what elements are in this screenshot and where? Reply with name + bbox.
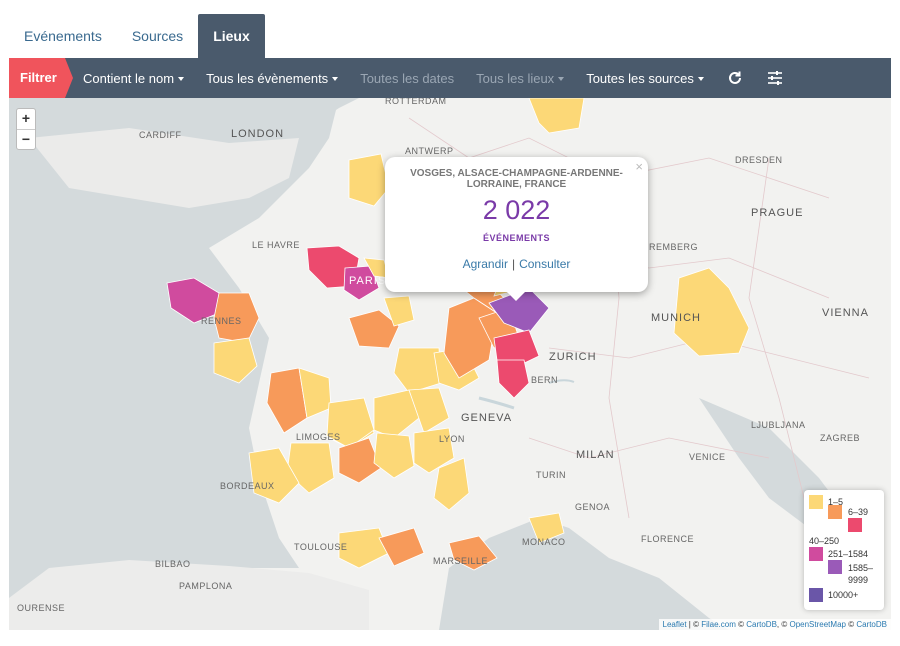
legend-swatch bbox=[848, 518, 862, 532]
osm-link[interactable]: OpenStreetMap bbox=[789, 620, 845, 629]
place-popup: × VOSGES, ALSACE-CHAMPAGNE-ARDENNE-LORRA… bbox=[385, 157, 648, 301]
refresh-icon[interactable] bbox=[726, 69, 744, 87]
attribution-separator: | © bbox=[686, 620, 702, 629]
city-label: BORDEAUX bbox=[220, 481, 275, 491]
city-label: PARIS bbox=[349, 275, 387, 287]
city-label: LYON bbox=[439, 434, 465, 444]
view-link[interactable]: Consulter bbox=[519, 257, 570, 271]
legend-label: 251–1584 bbox=[828, 549, 869, 559]
name-filter-label: Contient le nom bbox=[83, 70, 175, 86]
date-filter: Toutes les dates bbox=[360, 71, 454, 86]
city-label: VIENNA bbox=[822, 307, 869, 319]
city-label: ANTWERP bbox=[405, 146, 454, 156]
legend-label: 10000+ bbox=[828, 590, 859, 600]
city-label: GENOA bbox=[575, 502, 611, 512]
chevron-down-icon bbox=[697, 77, 704, 82]
legend-label: 6–39 bbox=[848, 507, 869, 517]
zoom-link[interactable]: Agrandir bbox=[463, 257, 508, 271]
city-label: ZURICH bbox=[549, 351, 597, 363]
attribution-separator: © bbox=[845, 620, 857, 629]
city-label: ZAGREB bbox=[820, 433, 861, 443]
zoom-control: + − bbox=[16, 108, 36, 150]
date-filter-label: Toutes les dates bbox=[360, 70, 455, 86]
city-label: MONACO bbox=[522, 537, 566, 547]
city-label: CARDIFF bbox=[139, 130, 182, 140]
tab-bar: Evénements Sources Lieux bbox=[9, 14, 265, 58]
map-attribution: Leaflet | © Filae.com © CartoDB, © OpenS… bbox=[658, 619, 891, 630]
tab-sources[interactable]: Sources bbox=[117, 14, 198, 58]
zoom-out-button[interactable]: − bbox=[17, 129, 35, 149]
zoom-in-button[interactable]: + bbox=[17, 109, 35, 129]
map-legend: 1–5 6–39 40–250 251–1584 1585–9999 10000… bbox=[804, 490, 884, 610]
leaflet-link[interactable]: Leaflet bbox=[663, 620, 687, 629]
city-label: ROTTERDAM bbox=[385, 98, 447, 106]
legend-swatch bbox=[809, 495, 823, 509]
city-label: BILBAO bbox=[155, 559, 191, 569]
city-label: LJUBLJANA bbox=[751, 420, 806, 430]
popup-event-count: 2 022 bbox=[482, 195, 551, 225]
city-label: DRESDEN bbox=[735, 155, 783, 165]
filae-link[interactable]: Filae.com bbox=[701, 620, 736, 629]
city-label: MUNICH bbox=[651, 312, 701, 324]
city-label: LIMOGES bbox=[296, 432, 341, 442]
city-label: LONDON bbox=[231, 128, 285, 140]
city-label: FLORENCE bbox=[641, 534, 695, 544]
legend-swatch bbox=[828, 505, 842, 519]
tab-lieux[interactable]: Lieux bbox=[198, 14, 265, 58]
filter-toolbar: Filtrer Contient le nom Tous les évèneme… bbox=[9, 58, 891, 98]
attribution-separator: © bbox=[735, 620, 747, 629]
chevron-down-icon bbox=[558, 77, 565, 82]
event-type-label: Tous les évènements bbox=[206, 70, 329, 86]
tab-evenements[interactable]: Evénements bbox=[9, 14, 117, 58]
cartodb-link[interactable]: CartoDB bbox=[856, 620, 887, 629]
popup-count-unit: ÉVÉNEMENTS bbox=[482, 233, 550, 243]
city-label: MILAN bbox=[576, 449, 615, 461]
city-label: LE HAVRE bbox=[252, 240, 300, 250]
city-label: BERN bbox=[531, 375, 559, 385]
place-filter-label: Tous les lieux bbox=[476, 70, 555, 86]
legend-label: 40–250 bbox=[809, 536, 840, 546]
legend-swatch bbox=[828, 560, 842, 574]
city-label: RENNES bbox=[201, 316, 242, 326]
city-label: GENEVA bbox=[461, 412, 513, 424]
source-filter-dropdown[interactable]: Toutes les sources bbox=[586, 71, 704, 86]
sliders-icon[interactable] bbox=[766, 69, 784, 87]
name-filter-dropdown[interactable]: Contient le nom bbox=[83, 70, 185, 86]
link-separator: | bbox=[511, 257, 516, 271]
attribution-separator: , © bbox=[776, 620, 790, 629]
close-icon[interactable]: × bbox=[635, 159, 643, 174]
legend-label: 1585–9999 bbox=[848, 563, 874, 585]
place-filter-dropdown: Tous les lieux bbox=[476, 70, 565, 86]
popup-links: Agrandir | Consulter bbox=[385, 257, 648, 271]
city-label: PRAGUE bbox=[751, 207, 804, 219]
source-filter-label: Toutes les sources bbox=[586, 70, 694, 86]
legend-swatch bbox=[809, 588, 823, 602]
city-label: MARSEILLE bbox=[433, 556, 489, 566]
filter-label: Filtrer bbox=[9, 58, 73, 98]
city-label: VENICE bbox=[689, 452, 726, 462]
chevron-down-icon bbox=[178, 77, 185, 82]
legend-swatch bbox=[809, 547, 823, 561]
event-type-dropdown[interactable]: Tous les évènements bbox=[206, 70, 339, 86]
chevron-down-icon bbox=[332, 77, 339, 82]
city-label: TURIN bbox=[536, 470, 566, 480]
city-label: TOULOUSE bbox=[294, 542, 348, 552]
cartodb-link[interactable]: CartoDB bbox=[746, 620, 777, 629]
city-label: PAMPLONA bbox=[179, 581, 233, 591]
map-view[interactable]: ROTTERDAM ANTWERP CARDIFF LONDON LE HAVR… bbox=[9, 98, 891, 630]
popup-place-name: VOSGES, ALSACE-CHAMPAGNE-ARDENNE-LORRAIN… bbox=[410, 168, 623, 190]
city-label: OURENSE bbox=[17, 603, 66, 613]
